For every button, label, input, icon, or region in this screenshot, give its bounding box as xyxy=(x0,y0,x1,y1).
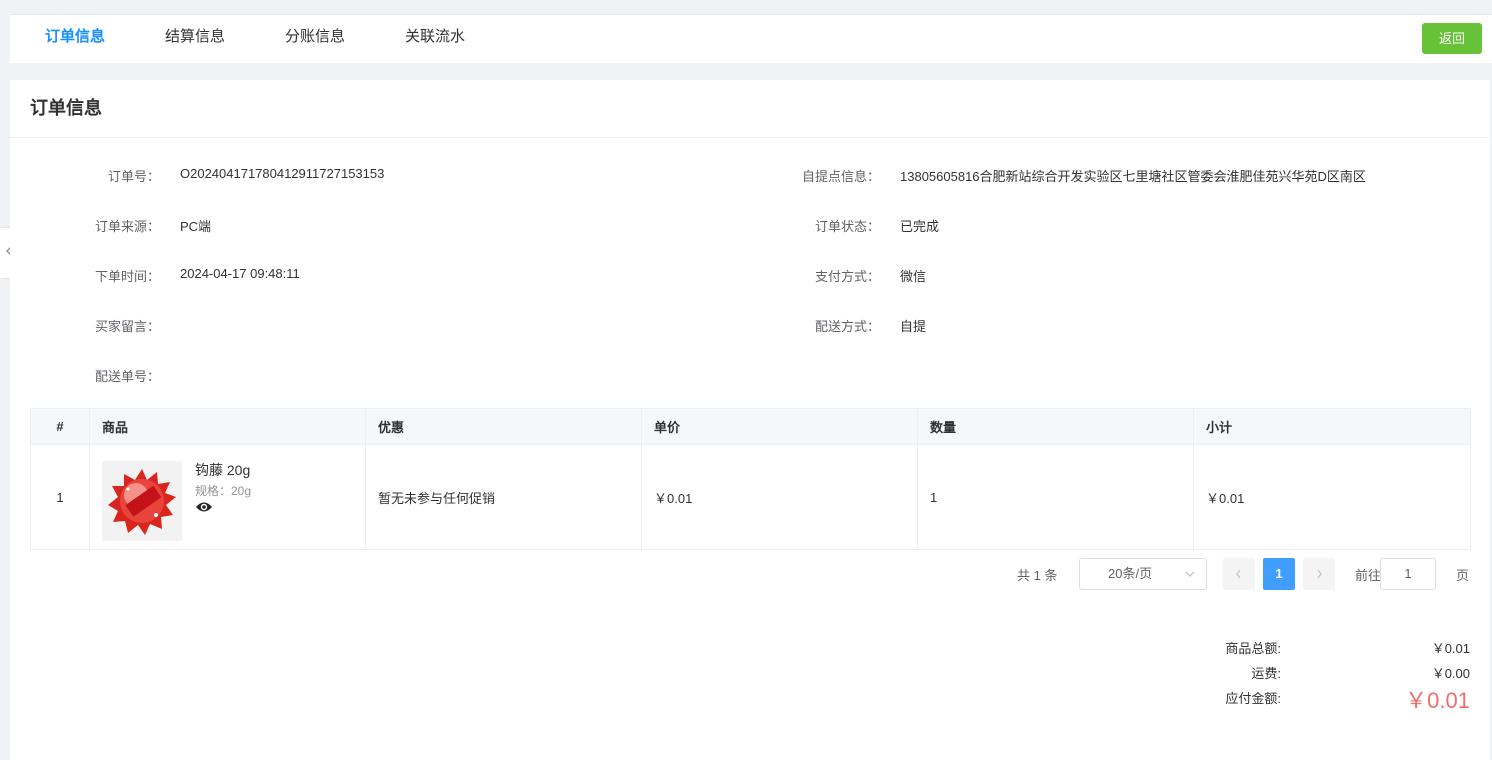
order-time-label: 下单时间： xyxy=(94,269,160,284)
pagination: 共 1 条 20条/页 1 前往 1 页 xyxy=(10,558,1490,590)
table-header-row: # 商品 优惠 单价 数量 小计 xyxy=(30,408,1471,445)
goods-table: # 商品 优惠 单价 数量 小计 1 钩藤 20g 规格：20g 暂无未参与任何… xyxy=(30,408,1471,550)
product-cell: 钩藤 20g 规格：20g xyxy=(89,444,366,550)
column-header-unit-price: 单价 xyxy=(641,408,918,445)
column-header-promotion: 优惠 xyxy=(365,408,642,445)
goods-total-label: 商品总额: xyxy=(1225,641,1281,656)
chevron-down-icon xyxy=(1184,559,1196,600)
product-spec: 规格：20g xyxy=(195,484,252,498)
page-size-value: 20条/页 xyxy=(1108,566,1153,581)
buyer-message-label: 买家留言： xyxy=(94,319,160,334)
goto-page-input[interactable]: 1 xyxy=(1380,558,1436,590)
payment-method-value: 微信 xyxy=(900,269,927,284)
back-button[interactable]: 返回 xyxy=(1422,23,1482,54)
payable-label: 应付金额: xyxy=(1225,691,1281,706)
order-source-value: PC端 xyxy=(180,219,212,234)
shipping-value: ￥0.00 xyxy=(1431,666,1470,681)
payable-value: ￥0.01 xyxy=(1405,688,1470,713)
goods-total-value: ￥0.01 xyxy=(1431,641,1470,656)
table-row: 1 钩藤 20g 规格：20g 暂无未参与任何促销 ￥0.01 1 ￥0.01 xyxy=(30,444,1471,550)
card-title: 订单信息 xyxy=(10,80,1490,138)
chevron-left-icon xyxy=(1234,569,1244,593)
tab-order-info[interactable]: 订单信息 xyxy=(45,15,105,61)
pagination-total: 共 1 条 xyxy=(1017,568,1058,583)
unit-price-cell: ￥0.01 xyxy=(641,444,918,550)
page-size-select[interactable]: 20条/页 xyxy=(1079,558,1207,590)
tab-related-flow[interactable]: 关联流水 xyxy=(405,15,465,61)
product-name[interactable]: 钩藤 20g xyxy=(195,460,250,480)
eye-icon[interactable] xyxy=(195,501,213,516)
order-status-value: 已完成 xyxy=(900,219,940,234)
delivery-method-value: 自提 xyxy=(900,319,927,334)
delivery-number-label: 配送单号： xyxy=(94,369,160,384)
hot-sale-badge-image xyxy=(108,469,176,535)
pickup-point-label: 自提点信息： xyxy=(801,169,880,184)
subtotal-cell: ￥0.01 xyxy=(1193,444,1471,550)
pager-next-button[interactable] xyxy=(1303,558,1335,590)
order-status-label: 订单状态： xyxy=(814,219,880,234)
goto-label: 前往 xyxy=(1355,568,1382,583)
order-number-value: O202404171780412911727153153 xyxy=(180,166,385,181)
order-number-label: 订单号： xyxy=(107,169,160,184)
promotion-cell: 暂无未参与任何促销 xyxy=(365,444,642,550)
order-info-card: 订单信息 订单号： O202404171780412911727153153 订… xyxy=(10,80,1490,760)
order-time-value: 2024-04-17 09:48:11 xyxy=(180,266,300,281)
top-tab-bar: 订单信息 结算信息 分账信息 关联流水 返回 xyxy=(10,14,1492,63)
row-index: 1 xyxy=(30,444,90,550)
tab-split-info[interactable]: 分账信息 xyxy=(285,15,345,61)
shipping-label: 运费: xyxy=(1251,666,1281,681)
column-header-index: # xyxy=(30,408,90,445)
pager-prev-button[interactable] xyxy=(1223,558,1255,590)
tab-settlement-info[interactable]: 结算信息 xyxy=(165,15,225,61)
pickup-point-value: 13805605816合肥新站综合开发实验区七里塘社区管委会淮肥佳苑兴华苑D区南… xyxy=(900,169,1366,184)
column-header-product: 商品 xyxy=(89,408,366,445)
goto-page-suffix: 页 xyxy=(1456,568,1470,583)
pager-page-1[interactable]: 1 xyxy=(1263,558,1295,590)
delivery-method-label: 配送方式： xyxy=(814,319,880,334)
order-source-label: 订单来源： xyxy=(94,219,160,234)
column-header-subtotal: 小计 xyxy=(1193,408,1471,445)
chevron-right-icon xyxy=(1314,569,1324,593)
quantity-cell: 1 xyxy=(917,444,1194,550)
product-thumbnail[interactable] xyxy=(102,461,182,541)
column-header-quantity: 数量 xyxy=(917,408,1194,445)
payment-method-label: 支付方式： xyxy=(814,269,880,284)
